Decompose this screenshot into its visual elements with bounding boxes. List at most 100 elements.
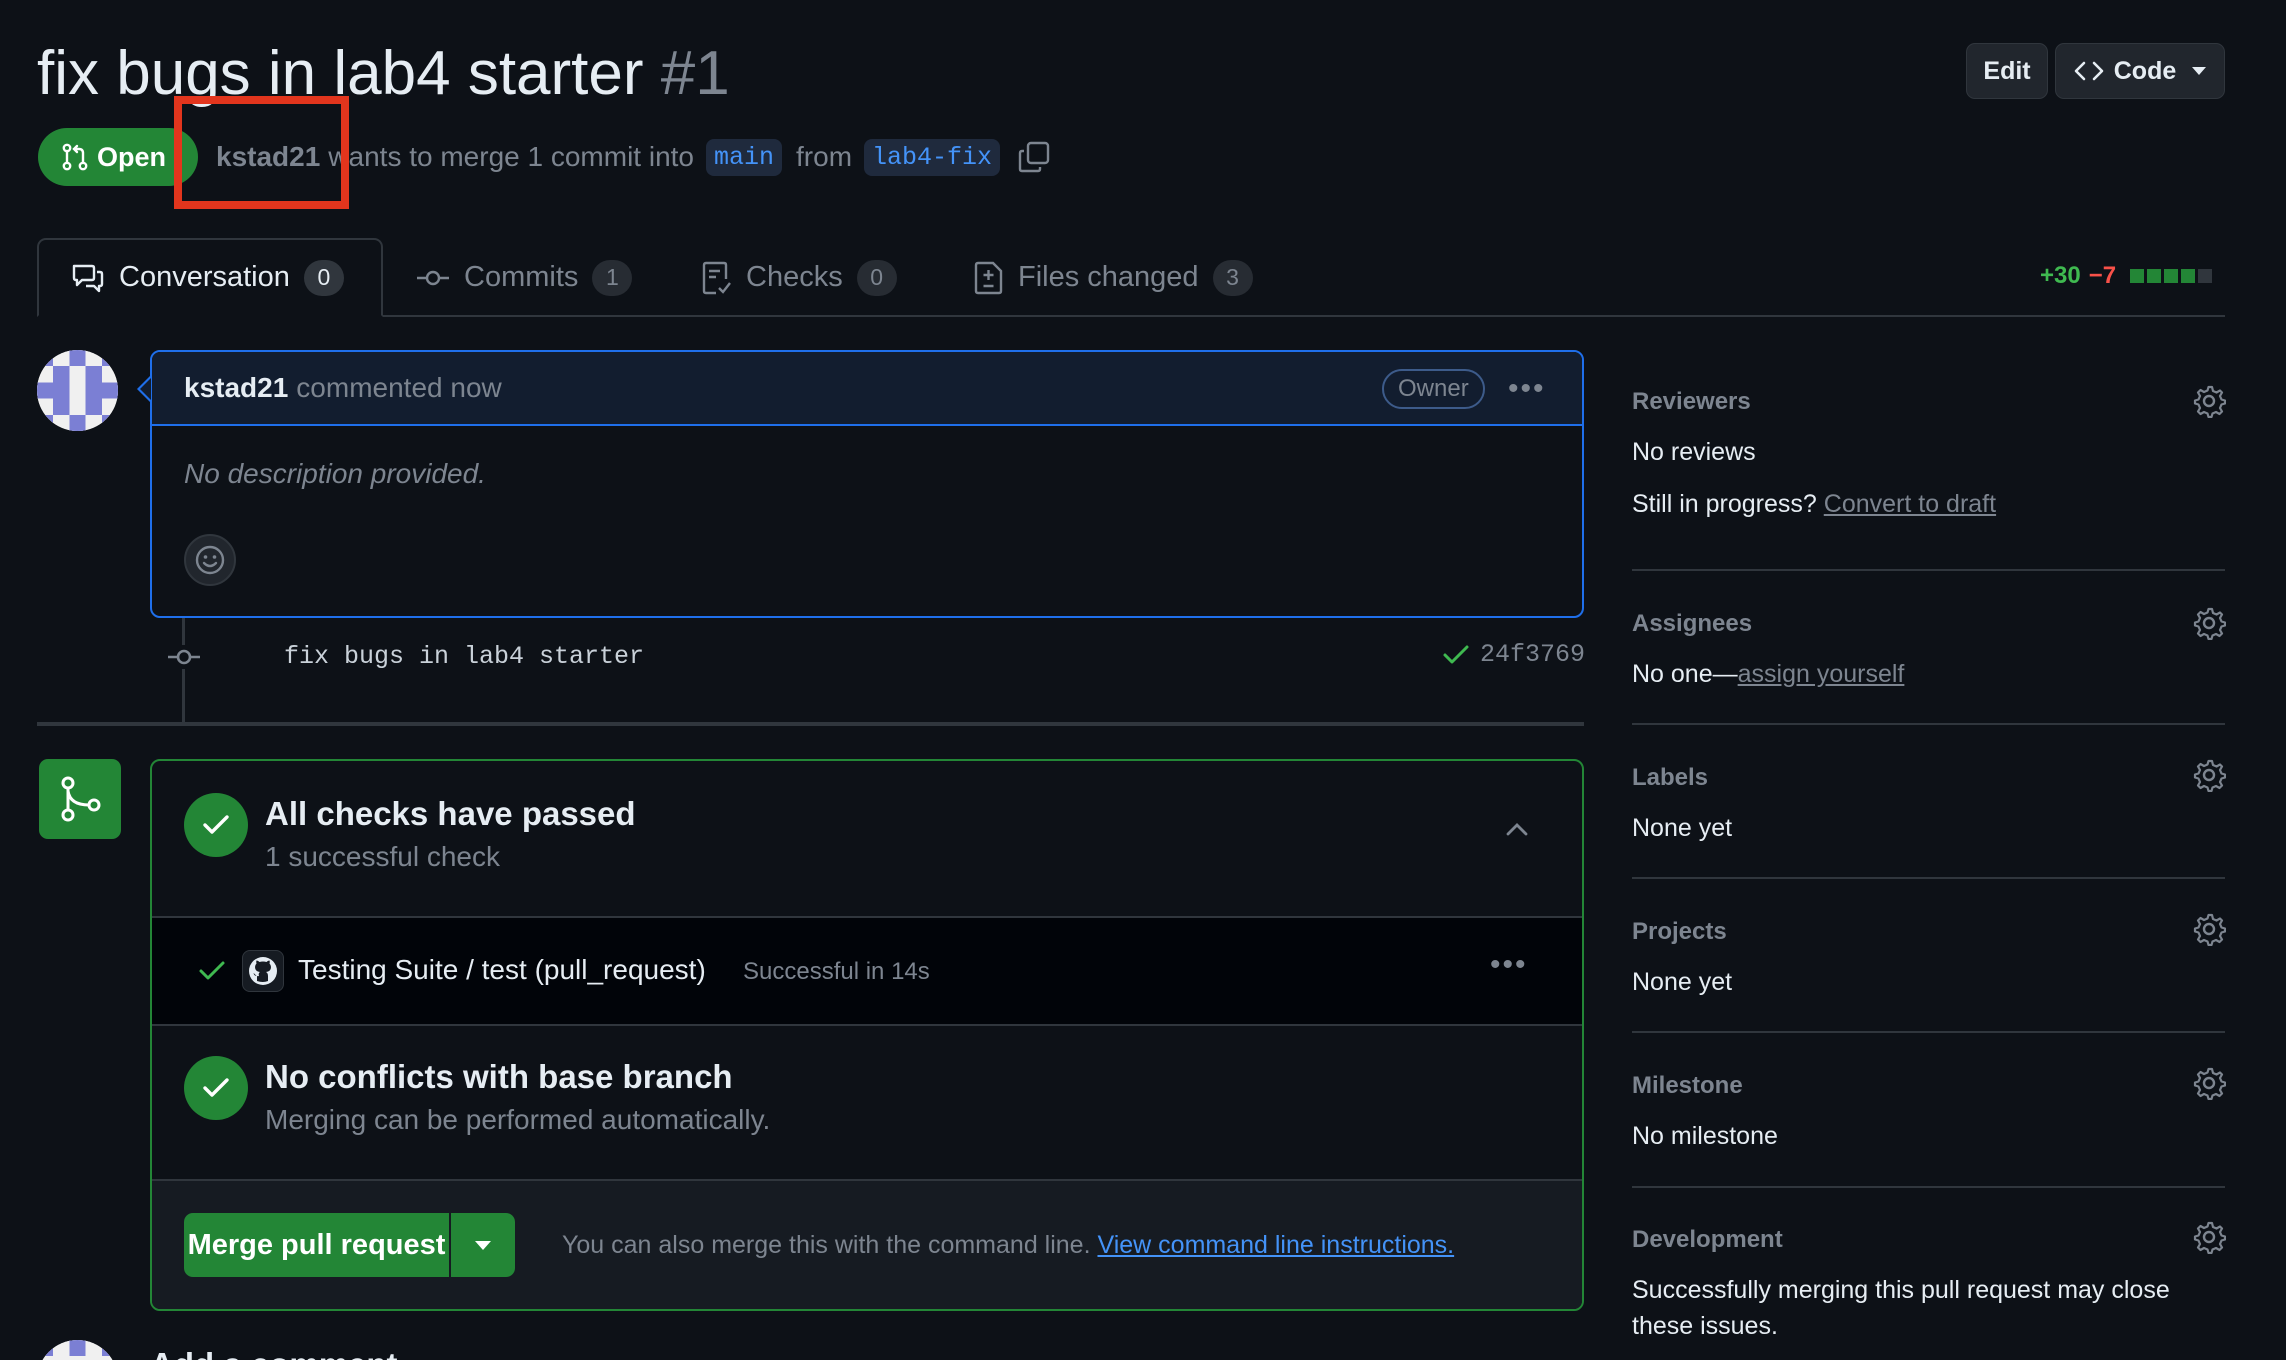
tab-checks[interactable]: Checks 0 [670,238,929,317]
sidebar-divider [1632,723,2225,725]
milestone-value: No milestone [1632,1122,1778,1150]
timeline-divider [37,722,1584,726]
convert-to-draft-link[interactable]: Convert to draft [1824,490,1996,518]
comment-discussion-icon [72,264,104,292]
tab-label: Checks [746,261,843,293]
tab-label: Conversation [119,261,290,293]
timeline-line [182,618,185,722]
development-text-line1: Successfully merging this pull request m… [1632,1276,2170,1304]
diffstat: +30 −7 [2040,262,2213,290]
pull-request-icon [62,143,88,171]
comment-pointer-fill [140,378,151,400]
gear-icon[interactable] [2192,1220,2226,1254]
labels-value: None yet [1632,814,1733,842]
success-check-icon [184,793,248,857]
edit-button[interactable]: Edit [1966,43,2048,99]
from-text: from [796,141,853,172]
file-diff-icon [974,261,1003,294]
kebab-menu-icon[interactable]: ••• [1508,372,1546,406]
github-logo-icon [242,950,284,992]
conflicts-subtitle: Merging can be performed automatically. [265,1104,771,1135]
tab-commits[interactable]: Commits 1 [384,238,664,317]
tab-counter: 3 [1212,259,1253,296]
base-branch[interactable]: main [706,138,783,176]
page-title: fix bugs in lab4 starter #1 [37,34,730,114]
kebab-menu-icon[interactable]: ••• [1490,948,1528,982]
pr-number: #1 [660,39,730,108]
tab-files-changed[interactable]: Files changed 3 [942,238,1285,317]
comment-author[interactable]: kstad21 [184,372,288,404]
reviewers-heading[interactable]: Reviewers [1632,388,1751,416]
git-merge-icon [39,759,121,839]
checks-subtitle: 1 successful check [265,841,500,872]
development-heading[interactable]: Development [1632,1226,1783,1254]
add-comment-heading: Add a comment [150,1346,398,1360]
merge-note-text: You can also merge this with the command… [562,1231,1091,1259]
merge-footer: Merge pull request You can also merge th… [152,1181,1582,1309]
commit-sha[interactable]: 24f3769 [1480,640,1585,669]
add-reaction-button[interactable] [184,534,236,586]
gear-icon[interactable] [2192,606,2226,640]
check-run-row[interactable]: Testing Suite / test (pull_request) Succ… [152,918,1582,1024]
assignees-text: No one— [1632,660,1738,688]
tab-conversation[interactable]: Conversation 0 [37,238,383,317]
reviewers-value: No reviews [1632,438,1756,466]
tab-label: Files changed [1018,261,1199,293]
draft-prompt: Still in progress? Convert to draft [1632,490,1996,519]
tab-label: Commits [464,261,579,293]
assignees-value: No one—assign yourself [1632,660,1904,689]
section-divider [152,1024,1582,1026]
gear-icon[interactable] [2192,1066,2226,1100]
status-label: Open [97,141,167,172]
additions-count: +30 [2040,262,2081,289]
sidebar-divider [1632,1186,2225,1188]
sidebar-divider [1632,877,2225,879]
command-line-instructions-link[interactable]: View command line instructions. [1097,1231,1454,1259]
comment-body: No description provided. [184,458,486,489]
assign-yourself-link[interactable]: assign yourself [1738,660,1905,688]
owner-badge: Owner [1382,369,1485,409]
commit-icon [417,270,449,285]
sidebar-divider [1632,1031,2225,1033]
check-run-status: Successful in 14s [743,958,930,985]
commit-sha-row: 24f3769 [1442,640,1585,669]
tab-counter: 0 [856,259,897,296]
tab-counter: 0 [303,259,344,296]
checks-title: All checks have passed [265,795,636,832]
copy-icon[interactable] [1018,141,1050,173]
merge-pull-request-button[interactable]: Merge pull request [184,1213,449,1277]
commit-message[interactable]: fix bugs in lab4 starter [284,642,644,671]
chevron-up-icon[interactable] [1505,821,1529,837]
deletions-count: −7 [2088,262,2117,289]
merge-description: wants to merge 1 commit into [328,141,694,172]
gear-icon[interactable] [2192,384,2226,418]
labels-heading[interactable]: Labels [1632,764,1708,792]
merge-note: You can also merge this with the command… [562,1231,1454,1260]
gear-icon[interactable] [2192,912,2226,946]
edit-label: Edit [1983,56,2031,85]
merge-options-dropdown[interactable] [451,1213,515,1277]
avatar[interactable] [37,1340,118,1360]
comment-header: kstad21 commented now Owner ••• [152,352,1582,426]
comment-box: kstad21 commented now Owner ••• No descr… [150,350,1584,618]
code-button[interactable]: Code [2055,43,2225,99]
merge-box: All checks have passed 1 successful chec… [150,759,1584,1311]
highlight-box [174,96,349,209]
gear-icon[interactable] [2192,758,2226,792]
conflicts-title: No conflicts with base branch [265,1058,733,1095]
projects-heading[interactable]: Projects [1632,918,1727,946]
development-text-line2: these issues. [1632,1312,1778,1340]
check-icon [1443,645,1469,663]
checklist-icon [702,261,731,294]
avatar[interactable] [37,350,118,431]
head-branch[interactable]: lab4-fix [864,138,1001,176]
sidebar-divider [1632,569,2225,571]
assignees-heading[interactable]: Assignees [1632,610,1752,638]
chevron-down-icon [2192,67,2207,75]
milestone-heading[interactable]: Milestone [1632,1072,1743,1100]
code-icon [2074,61,2104,81]
smiley-icon [195,545,225,575]
check-run-name[interactable]: Testing Suite / test (pull_request) [298,954,706,986]
projects-value: None yet [1632,968,1733,996]
chevron-down-icon [475,1240,491,1250]
